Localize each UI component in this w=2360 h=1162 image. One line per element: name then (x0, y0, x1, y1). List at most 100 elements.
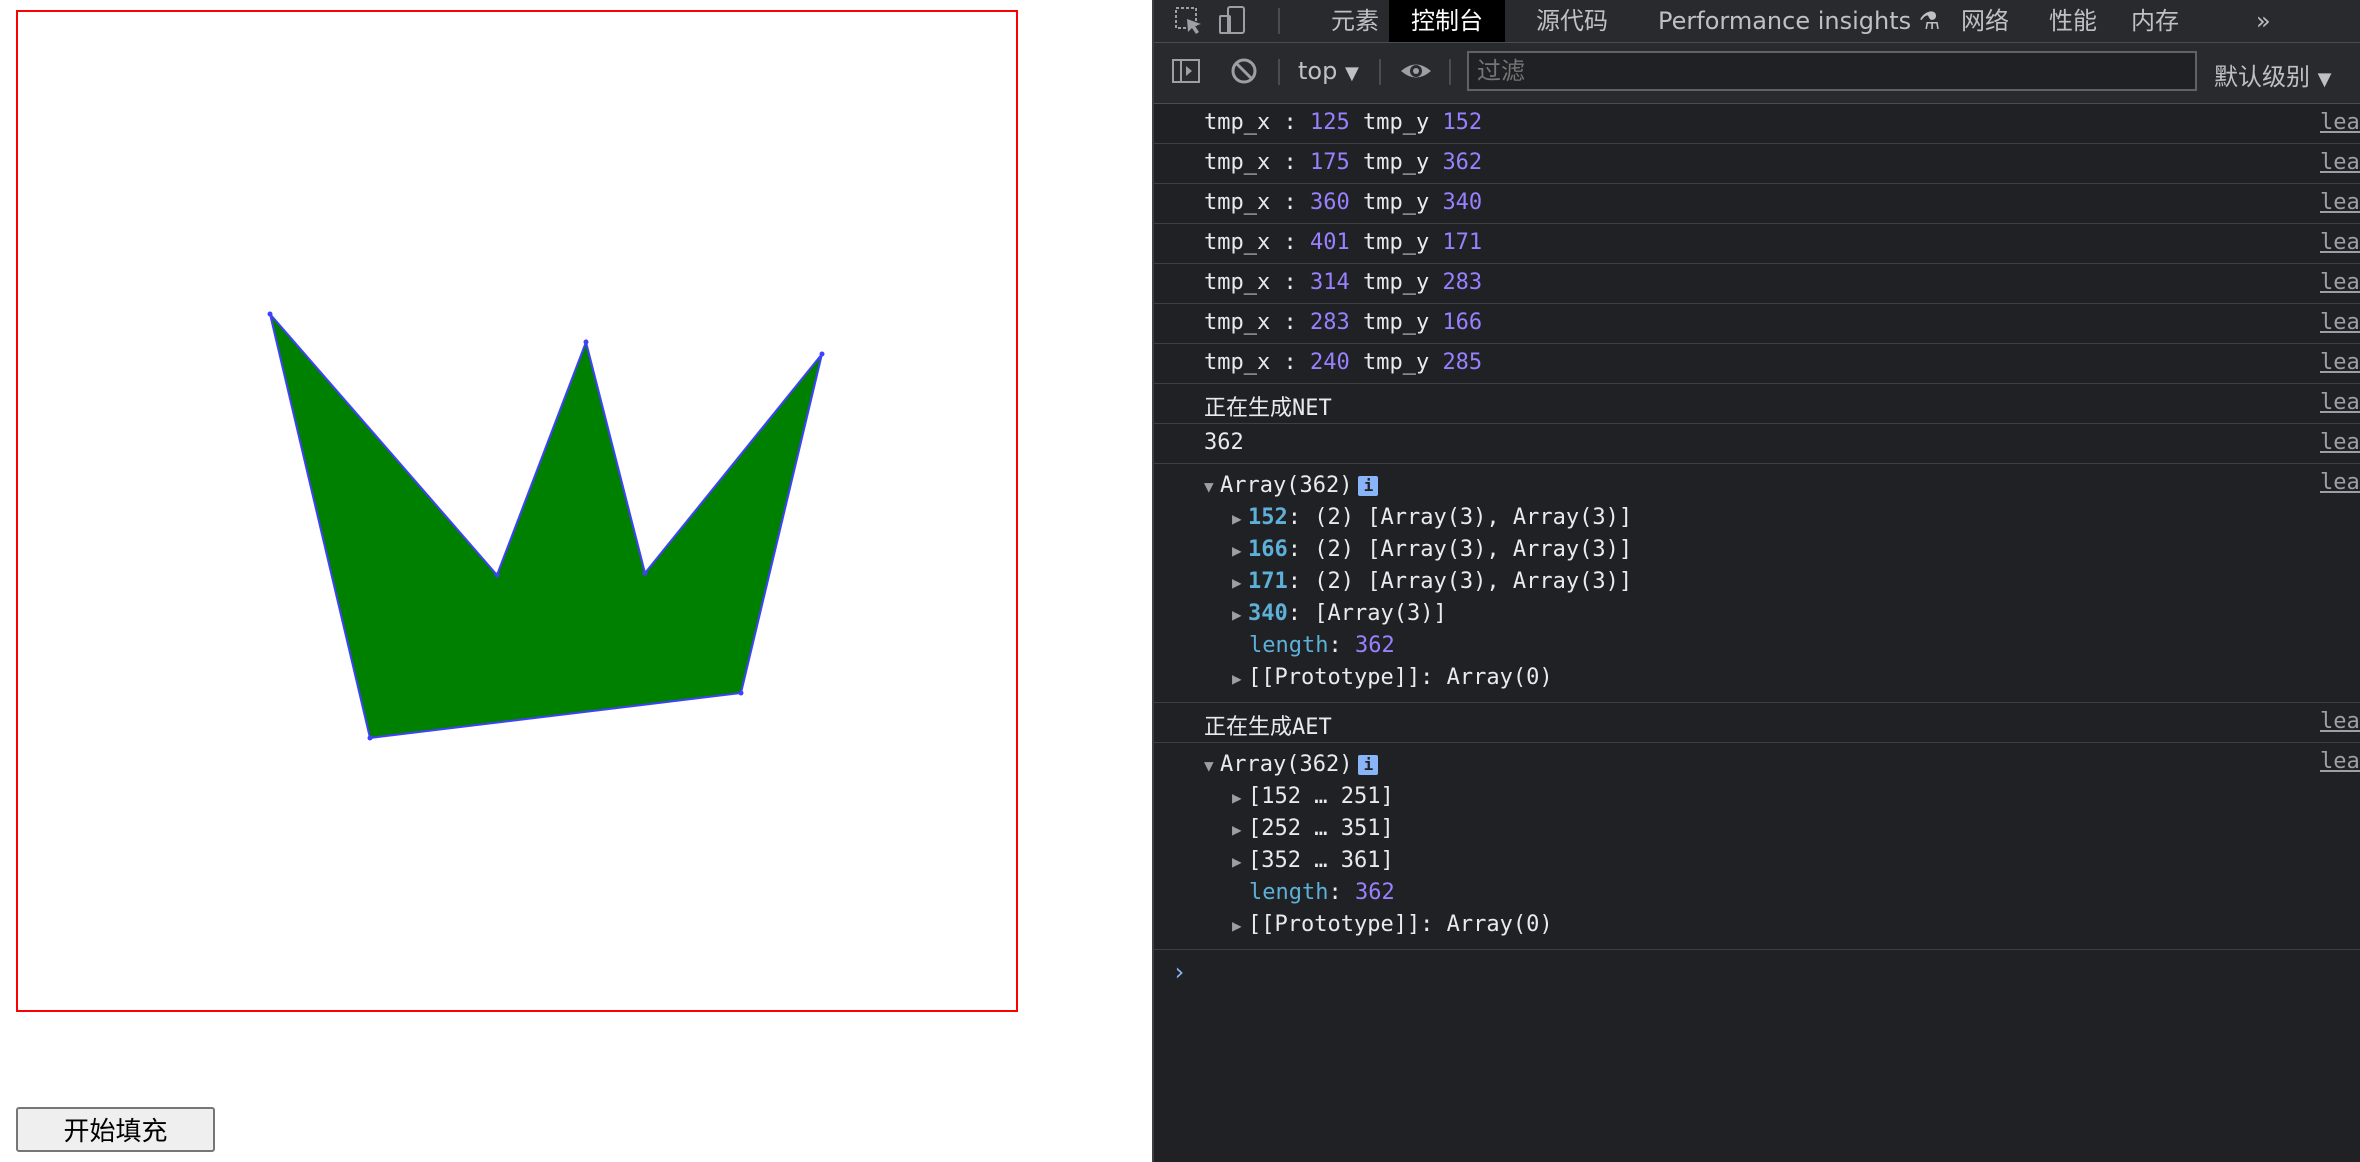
triangle-right-icon: ▶ (1232, 605, 1242, 624)
chevron-down-icon: ▼ (2317, 69, 2332, 90)
log-y-value: 166 (1442, 310, 1483, 335)
console-log-row: tmp_x : 360 tmp_y 340 leara (1154, 184, 2360, 224)
source-link[interactable]: leara (2320, 270, 2360, 295)
tab-6[interactable]: 内存 (2109, 0, 2201, 42)
length-value: 362 (1354, 633, 1395, 658)
info-icon: i (1358, 476, 1379, 496)
log-text: tmp_x : 360 tmp_y 340 (1204, 190, 1482, 215)
log-mid-label: tmp_y (1349, 310, 1443, 335)
log-text: tmp_x : 125 tmp_y 152 (1204, 110, 1482, 135)
array-range-group[interactable]: ▶ [352 … 361] (1154, 845, 2360, 877)
source-link[interactable]: leara (2320, 350, 2360, 375)
log-label: tmp_x : (1204, 310, 1310, 335)
length-value: 362 (1354, 880, 1395, 905)
triangle-right-icon: ▶ (1232, 541, 1242, 560)
console-output: tmp_x : 125 tmp_y 152learatmp_x : 175 tm… (1154, 104, 2360, 1162)
log-mid-label: tmp_y (1349, 110, 1443, 135)
filled-polygon (269, 313, 823, 740)
context-label: top (1298, 57, 1338, 85)
console-prompt[interactable]: › (1154, 950, 2360, 1010)
experiment-flask-icon: ⚗ (1911, 7, 1941, 35)
polygon-vertex (583, 339, 589, 345)
log-y-value: 171 (1442, 230, 1483, 255)
log-mid-label: tmp_y (1349, 350, 1443, 375)
array-entry[interactable]: ▶ 340: [Array(3)] (1154, 598, 2360, 630)
triangle-down-icon: ▼ (1204, 477, 1214, 496)
triangle-right-icon: ▶ (1232, 916, 1242, 935)
array-range-group[interactable]: ▶ [152 … 251] (1154, 781, 2360, 813)
log-label: tmp_x : (1204, 110, 1310, 135)
sidebar-toggle-icon[interactable] (1170, 55, 1204, 89)
devtools-tabbar: 元素 控制台 源代码 Performance insights ⚗ 网络 性能 内存 » (1154, 0, 2360, 43)
more-tabs-button[interactable]: » (2234, 0, 2293, 42)
array-header[interactable]: ▼ Array(362) i (1154, 470, 2360, 502)
live-expression-eye-icon[interactable] (1399, 55, 1433, 89)
info-icon: i (1358, 755, 1379, 775)
triangle-down-icon: ▼ (1204, 756, 1214, 775)
log-label: tmp_x : (1204, 190, 1310, 215)
log-y-value: 362 (1442, 150, 1483, 175)
log-y-value: 340 (1442, 190, 1483, 215)
drawing-canvas[interactable] (16, 10, 1018, 1012)
array-prototype-row[interactable]: ▶ [[Prototype]]: Array(0) (1154, 662, 2360, 694)
array-prototype-row[interactable]: ▶ [[Prototype]]: Array(0) (1154, 909, 2360, 941)
array-length-row: length: 362 (1249, 633, 1395, 658)
web-page: 开始填充 (0, 0, 1152, 1162)
entry-key: 166 (1248, 537, 1288, 562)
source-link[interactable]: leara (2320, 709, 2360, 734)
array-entry[interactable]: ▶ 166: (2) [Array(3), Array(3)] (1154, 534, 2360, 566)
range-label: [152 … 251] (1248, 784, 1394, 809)
message-number: 362 (1204, 430, 1244, 455)
source-link[interactable]: leara (2320, 430, 2360, 455)
console-log-row: tmp_x : 175 tmp_y 362 leara (1154, 144, 2360, 184)
log-label: tmp_x : (1204, 350, 1310, 375)
source-link[interactable]: leara (2320, 150, 2360, 175)
range-label: [252 … 351] (1248, 816, 1394, 841)
array-header[interactable]: ▼ Array(362) i (1154, 749, 2360, 781)
range-label: [352 … 361] (1248, 848, 1394, 873)
log-text: tmp_x : 401 tmp_y 171 (1204, 230, 1482, 255)
source-link[interactable]: leara (2320, 110, 2360, 135)
array-length-row: length: 362 (1249, 880, 1395, 905)
filter-input[interactable] (1467, 51, 2197, 91)
context-selector[interactable]: top ▼ (1298, 57, 1359, 85)
source-link[interactable]: leara (2320, 190, 2360, 215)
tab-3[interactable]: Performance insights ⚗ (1636, 0, 1962, 42)
entry-value: : (2) [Array(3), Array(3)] (1287, 505, 1633, 530)
source-link[interactable]: leara (2320, 230, 2360, 255)
polygon-vertex (738, 690, 744, 696)
devtools-panel: 元素 控制台 源代码 Performance insights ⚗ 网络 性能 内存 » t… (1152, 0, 2360, 1162)
tab-0[interactable]: 元素 (1309, 0, 1401, 42)
log-y-value: 283 (1442, 270, 1483, 295)
inspect-element-icon[interactable] (1172, 4, 1206, 38)
log-label: tmp_x : (1204, 150, 1310, 175)
length-key: length (1249, 633, 1329, 658)
tab-5[interactable]: 性能 (2027, 0, 2119, 42)
log-mid-label: tmp_y (1349, 190, 1443, 215)
entry-key: 152 (1248, 505, 1288, 530)
tab-2[interactable]: 源代码 (1514, 0, 1630, 42)
array-range-group[interactable]: ▶ [252 … 351] (1154, 813, 2360, 845)
console-log-row: tmp_x : 283 tmp_y 166 leara (1154, 304, 2360, 344)
log-x-value: 360 (1309, 190, 1350, 215)
array-entry[interactable]: ▶ 171: (2) [Array(3), Array(3)] (1154, 566, 2360, 598)
log-x-value: 125 (1309, 110, 1350, 135)
source-link[interactable]: leara (2320, 390, 2360, 415)
clear-console-icon[interactable] (1228, 55, 1262, 89)
tab-4[interactable]: 网络 (1939, 0, 2031, 42)
log-levels-label: 默认级别 (2214, 63, 2310, 91)
start-fill-button[interactable]: 开始填充 (16, 1107, 215, 1152)
log-levels-dropdown[interactable]: 默认级别 ▼ (2214, 57, 2331, 92)
array-entry[interactable]: ▶ 152: (2) [Array(3), Array(3)] (1154, 502, 2360, 534)
polygon-vertex (367, 735, 373, 741)
console-message: 正在生成NET leara (1154, 384, 2360, 424)
log-mid-label: tmp_y (1349, 230, 1443, 255)
tab-1[interactable]: 控制台 (1389, 0, 1505, 42)
entry-key: 171 (1248, 569, 1288, 594)
device-toolbar-icon[interactable] (1216, 4, 1250, 38)
console-log-row: tmp_x : 401 tmp_y 171 leara (1154, 224, 2360, 264)
divider (1278, 8, 1280, 34)
source-link[interactable]: leara (2320, 310, 2360, 335)
prototype-label: [[Prototype]]: Array(0) (1248, 912, 1553, 937)
log-x-value: 314 (1309, 270, 1350, 295)
